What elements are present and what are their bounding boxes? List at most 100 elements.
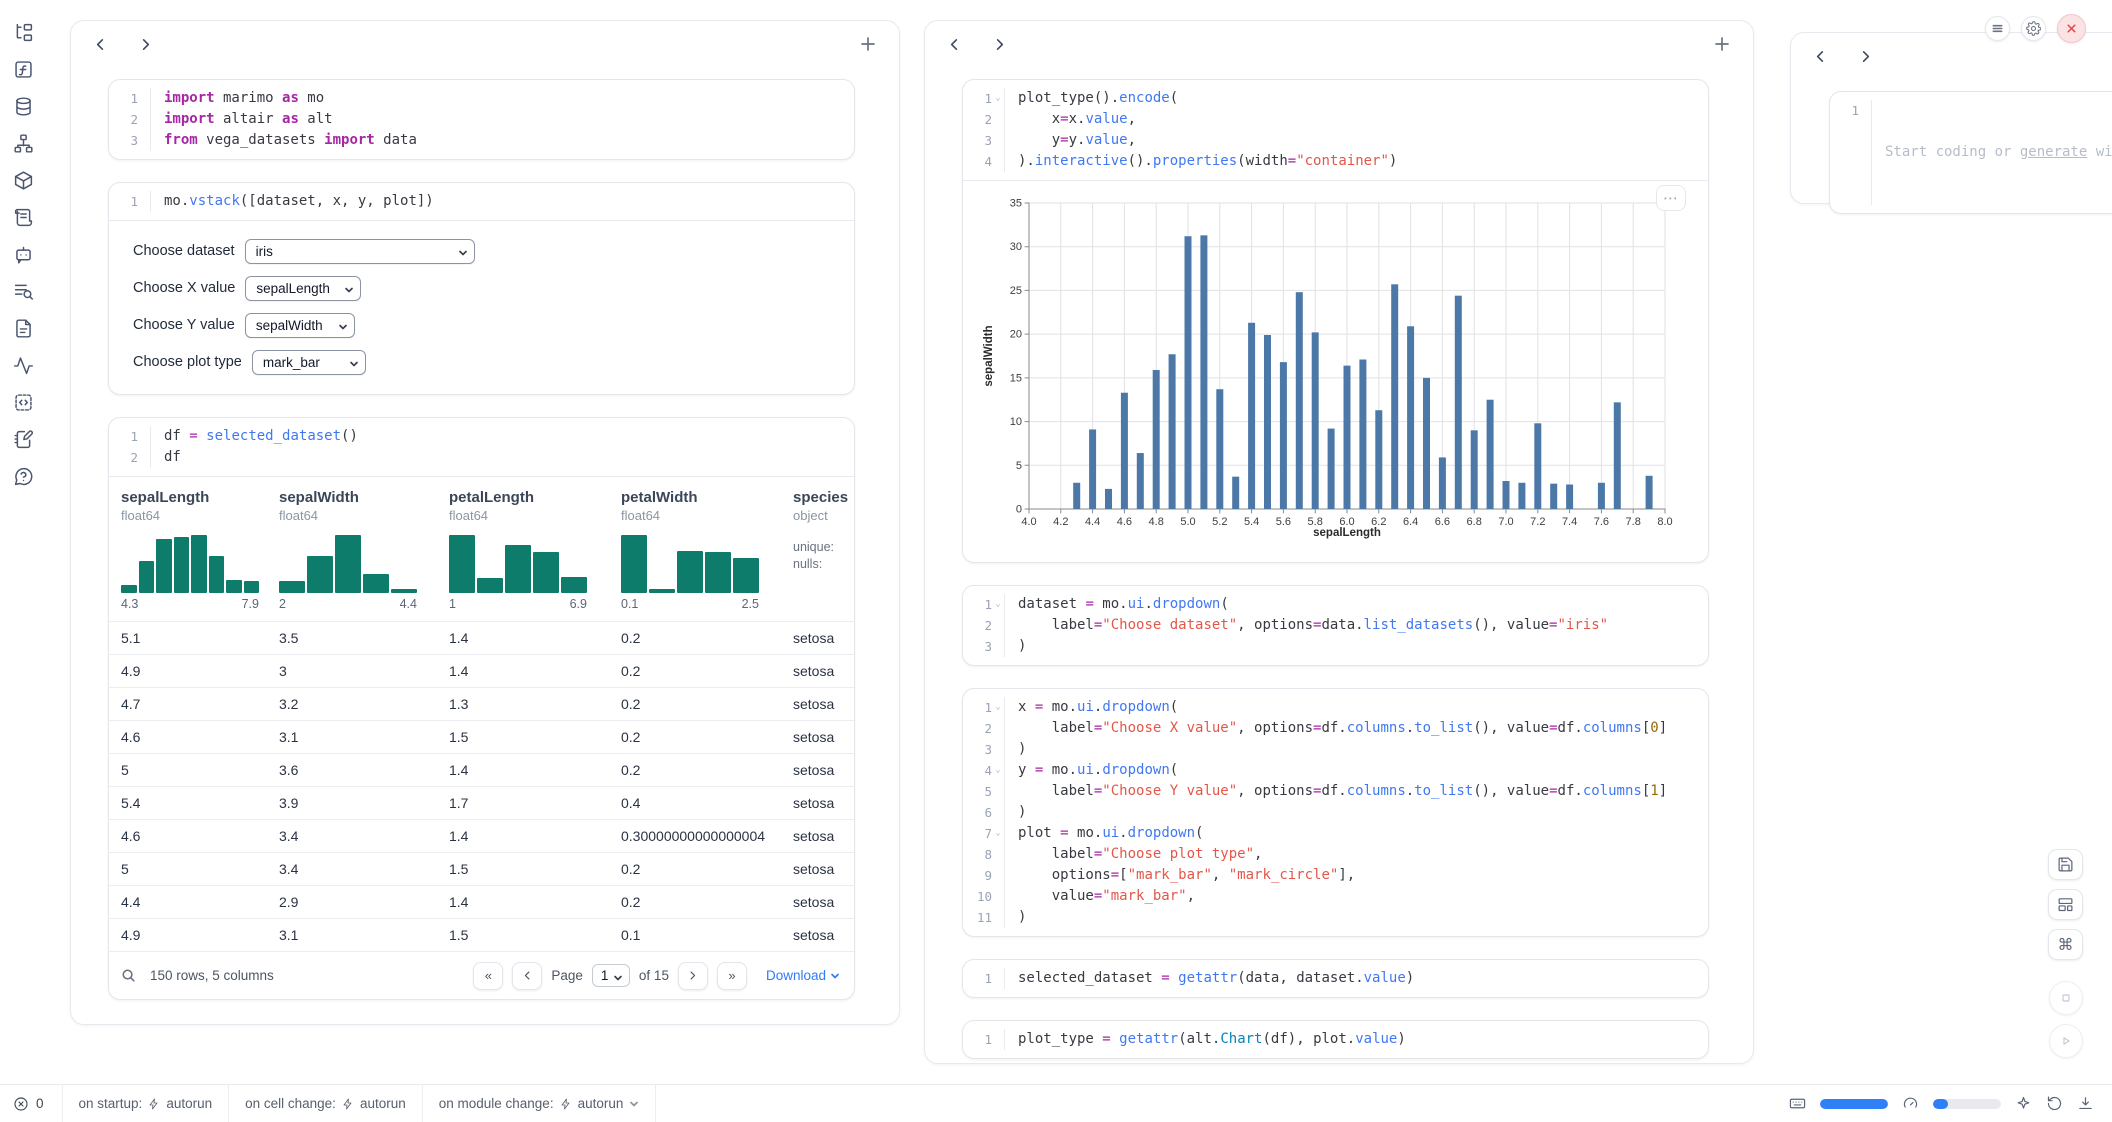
table-row[interactable]: 5.13.51.40.2setosa xyxy=(109,621,854,654)
control-select[interactable]: mark_bar xyxy=(252,350,366,375)
table-row[interactable]: 4.73.21.30.2setosa xyxy=(109,687,854,720)
cell-selected-dataset[interactable]: 1selected_dataset = getattr(data, datase… xyxy=(962,959,1709,998)
table-row[interactable]: 4.63.11.50.2setosa xyxy=(109,720,854,753)
table-row[interactable]: 53.61.40.2setosa xyxy=(109,753,854,786)
control-select-input[interactable]: iris xyxy=(245,239,475,264)
help-question-icon[interactable] xyxy=(13,466,34,487)
cell-imports[interactable]: 123import marimo as moimport altair as a… xyxy=(108,79,855,160)
fold-toggle-icon[interactable]: ⌄ xyxy=(992,88,1004,109)
layout-button[interactable] xyxy=(2048,889,2083,920)
errors-indicator[interactable]: 0 xyxy=(0,1085,63,1122)
cell-vstack[interactable]: 1mo.vstack([dataset, x, y, plot]) Choose… xyxy=(108,182,855,395)
code-editor[interactable]: 1selected_dataset = getattr(data, datase… xyxy=(963,960,1708,997)
fold-toggle-icon[interactable]: ⌄ xyxy=(992,594,1004,615)
scroll-log-icon[interactable] xyxy=(13,207,34,228)
control-select-input[interactable]: sepalLength xyxy=(245,276,361,301)
expand-right-icon[interactable] xyxy=(992,37,1007,52)
menu-button[interactable] xyxy=(1985,16,2010,41)
stop-kernel-button[interactable] xyxy=(2049,981,2083,1015)
table-cell: 0.2 xyxy=(621,729,793,745)
bar-chart[interactable]: 4.04.24.44.64.85.05.25.45.65.86.06.26.46… xyxy=(979,187,1679,547)
table-row[interactable]: 4.931.40.2setosa xyxy=(109,654,854,687)
download-button[interactable]: Download xyxy=(766,968,840,983)
last-page-button[interactable]: » xyxy=(717,962,747,990)
dependency-graph-icon[interactable] xyxy=(13,133,34,154)
run-mode-segment[interactable]: on cell change:autorun xyxy=(229,1085,423,1122)
table-column-header[interactable]: sepalLengthfloat644.37.9 xyxy=(121,489,279,621)
code-editor[interactable]: 1mo.vstack([dataset, x, y, plot]) xyxy=(109,183,854,220)
code-editor[interactable]: 1⌄234⌄567⌄891011x = mo.ui.dropdown( labe… xyxy=(963,689,1708,936)
cell-empty-new[interactable]: 1 Start coding or generate with AI. xyxy=(1829,91,2112,214)
keyboard-icon[interactable] xyxy=(1789,1095,1806,1112)
run-mode-segment[interactable]: on startup:autorun xyxy=(63,1085,230,1122)
code-editor[interactable]: 12df = selected_dataset()df xyxy=(109,418,854,476)
first-page-button[interactable]: « xyxy=(473,962,503,990)
cell-xy-plot-dropdowns[interactable]: 1⌄234⌄567⌄891011x = mo.ui.dropdown( labe… xyxy=(962,688,1709,937)
fold-toggle-icon[interactable]: ⌄ xyxy=(992,697,1004,718)
control-select[interactable]: iris xyxy=(245,239,475,264)
scratchpad-notebook-icon[interactable] xyxy=(13,429,34,450)
svg-text:7.4: 7.4 xyxy=(1562,516,1577,528)
fold-toggle-icon[interactable]: ⌄ xyxy=(992,760,1004,781)
restart-kernel-icon[interactable] xyxy=(2046,1095,2063,1112)
document-icon[interactable] xyxy=(13,318,34,339)
collapse-left-icon[interactable] xyxy=(93,37,108,52)
table-column-header[interactable]: petalWidthfloat640.12.5 xyxy=(621,489,793,621)
chart-menu-button[interactable]: ⋯ xyxy=(1656,185,1686,211)
next-page-button[interactable] xyxy=(678,962,708,990)
list-search-icon[interactable] xyxy=(13,281,34,302)
table-row[interactable]: 5.43.91.70.4setosa xyxy=(109,786,854,819)
prev-page-button[interactable] xyxy=(512,962,542,990)
control-select-input[interactable]: sepalWidth xyxy=(245,313,355,338)
table-row[interactable]: 4.63.41.40.30000000000000004setosa xyxy=(109,819,854,852)
sparkle-icon[interactable] xyxy=(2015,1095,2032,1112)
shortcuts-button[interactable]: ⌘ xyxy=(2048,929,2083,960)
table-row[interactable]: 4.93.11.50.1setosa xyxy=(109,918,854,951)
table-column-header[interactable]: petalLengthfloat6416.9 xyxy=(449,489,621,621)
gauge-icon[interactable] xyxy=(1902,1095,1919,1112)
run-all-button[interactable] xyxy=(2049,1024,2083,1058)
file-tree-icon[interactable] xyxy=(13,22,34,43)
database-icon[interactable] xyxy=(13,96,34,117)
collapse-left-icon[interactable] xyxy=(947,37,962,52)
code-placeholder[interactable]: Start coding or generate with AI. xyxy=(1885,142,2112,163)
settings-button[interactable] xyxy=(2021,16,2046,41)
code-editor[interactable]: 1plot_type = getattr(alt.Chart(df), plot… xyxy=(963,1021,1708,1058)
add-cell-button[interactable] xyxy=(859,35,877,53)
fold-toggle-icon[interactable]: ⌄ xyxy=(992,823,1004,844)
close-button[interactable] xyxy=(2057,14,2086,43)
table-column-header[interactable]: speciesobjectunique:nulls: xyxy=(793,489,853,621)
table-cell: 1.4 xyxy=(449,630,621,646)
expand-right-icon[interactable] xyxy=(138,37,153,52)
expand-right-icon[interactable] xyxy=(1858,49,1873,64)
zap-icon xyxy=(148,1098,160,1110)
code-editor[interactable]: 1⌄23dataset = mo.ui.dropdown( label="Cho… xyxy=(963,586,1708,665)
control-select[interactable]: sepalWidth xyxy=(245,313,355,338)
cell-plot-type[interactable]: 1plot_type = getattr(alt.Chart(df), plot… xyxy=(962,1020,1709,1059)
snippets-code-icon[interactable] xyxy=(13,392,34,413)
export-download-icon[interactable] xyxy=(2077,1095,2094,1112)
run-mode-segment[interactable]: on module change:autorun xyxy=(423,1085,657,1122)
code-editor[interactable]: 1⌄234plot_type().encode( x=x.value, y=y.… xyxy=(963,80,1708,180)
table-row[interactable]: 4.42.91.40.2setosa xyxy=(109,885,854,918)
generate-link[interactable]: generate xyxy=(2020,144,2087,160)
cell-plot[interactable]: 1⌄234plot_type().encode( x=x.value, y=y.… xyxy=(962,79,1709,563)
add-cell-button[interactable] xyxy=(1713,35,1731,53)
collapse-left-icon[interactable] xyxy=(1813,49,1828,64)
table-column-header[interactable]: sepalWidthfloat6424.4 xyxy=(279,489,449,621)
page-select-input[interactable]: 1 xyxy=(592,964,630,987)
control-row: Choose X valuesepalLength xyxy=(133,274,830,302)
cell-dataframe[interactable]: 12df = selected_dataset()df sepalLengthf… xyxy=(108,417,855,1000)
chat-bot-icon[interactable] xyxy=(13,244,34,265)
package-icon[interactable] xyxy=(13,170,34,191)
function-square-icon[interactable] xyxy=(13,59,34,80)
code-editor[interactable]: 123import marimo as moimport altair as a… xyxy=(109,80,854,159)
control-select[interactable]: sepalLength xyxy=(245,276,361,301)
control-select-input[interactable]: mark_bar xyxy=(252,350,366,375)
page-select[interactable]: 1 xyxy=(592,964,630,987)
search-icon[interactable] xyxy=(121,968,136,983)
cell-dataset-dropdown[interactable]: 1⌄23dataset = mo.ui.dropdown( label="Cho… xyxy=(962,585,1709,666)
tracing-activity-icon[interactable] xyxy=(13,355,34,376)
save-button[interactable] xyxy=(2048,849,2083,880)
table-row[interactable]: 53.41.50.2setosa xyxy=(109,852,854,885)
